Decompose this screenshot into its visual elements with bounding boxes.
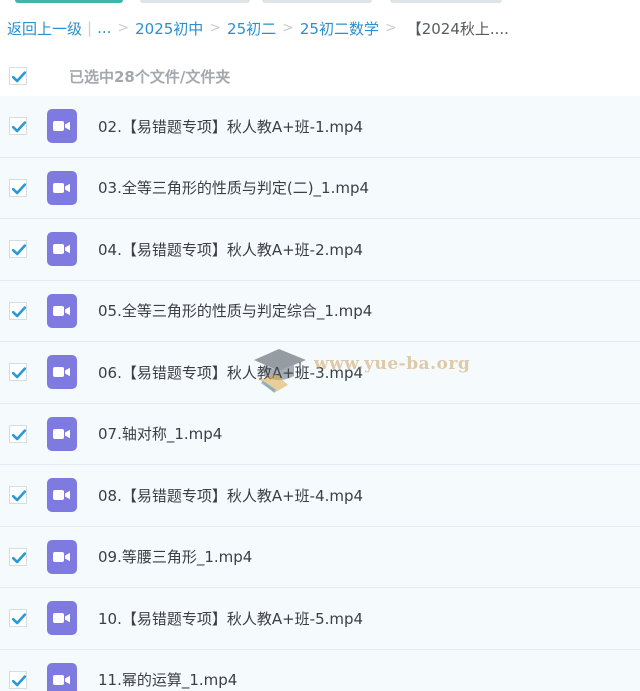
checkmark-icon bbox=[11, 121, 27, 133]
file-checkbox[interactable] bbox=[9, 670, 27, 689]
checkmark-icon bbox=[11, 429, 27, 441]
breadcrumb-item-grade8[interactable]: 25初二 bbox=[227, 18, 276, 39]
top-tab-indicator bbox=[262, 0, 372, 3]
file-manager-page: 返回上一级 | ... > 2025初中 > 25初二 > 25初二数学 > 【… bbox=[0, 0, 640, 691]
video-camera-icon bbox=[53, 674, 70, 685]
file-checkbox[interactable] bbox=[9, 609, 27, 628]
file-name[interactable]: 03.全等三角形的性质与判定(二)_1.mp4 bbox=[98, 177, 369, 198]
file-checkbox[interactable] bbox=[9, 424, 27, 443]
checkmark-icon bbox=[11, 675, 27, 687]
video-camera-icon bbox=[53, 428, 70, 439]
file-row[interactable]: 04.【易错题专项】秋人教A+班-2.mp4 bbox=[0, 219, 640, 281]
video-file-icon bbox=[47, 478, 77, 513]
file-row[interactable]: 11.幂的运算_1.mp4 bbox=[0, 649, 640, 691]
file-checkbox[interactable] bbox=[9, 178, 27, 197]
checkmark-icon bbox=[11, 244, 27, 256]
file-row[interactable]: 03.全等三角形的性质与判定(二)_1.mp4 bbox=[0, 157, 640, 219]
video-camera-icon bbox=[53, 490, 70, 501]
file-row[interactable]: 02.【易错题专项】秋人教A+班-1.mp4 bbox=[0, 96, 640, 158]
file-row[interactable]: 06.【易错题专项】秋人教A+班-3.mp4 bbox=[0, 342, 640, 404]
video-file-icon bbox=[47, 170, 77, 205]
top-tab-indicator bbox=[15, 0, 123, 3]
file-checkbox[interactable] bbox=[9, 363, 27, 382]
file-list: 02.【易错题专项】秋人教A+班-1.mp4 03.全等三角形的性质与判定(二)… bbox=[0, 96, 640, 691]
file-checkbox[interactable] bbox=[9, 486, 27, 505]
checkmark-icon bbox=[11, 71, 27, 83]
video-file-icon bbox=[47, 293, 77, 328]
file-checkbox[interactable] bbox=[9, 547, 27, 566]
checkmark-icon bbox=[11, 613, 27, 625]
video-camera-icon bbox=[53, 613, 70, 624]
selection-summary: 已选中28个文件/文件夹 bbox=[69, 67, 231, 86]
breadcrumb-item-grade8-math[interactable]: 25初二数学 bbox=[300, 18, 379, 39]
top-tab-indicator bbox=[140, 0, 250, 3]
file-name[interactable]: 09.等腰三角形_1.mp4 bbox=[98, 546, 252, 567]
checkmark-icon bbox=[11, 306, 27, 318]
video-camera-icon bbox=[53, 305, 70, 316]
chevron-right-icon: > bbox=[384, 20, 397, 36]
breadcrumb-item-2025-junior[interactable]: 2025初中 bbox=[135, 18, 203, 39]
file-name[interactable]: 08.【易错题专项】秋人教A+班-4.mp4 bbox=[98, 485, 363, 506]
file-row[interactable]: 05.全等三角形的性质与判定综合_1.mp4 bbox=[0, 280, 640, 342]
file-row[interactable]: 07.轴对称_1.mp4 bbox=[0, 403, 640, 465]
video-file-icon bbox=[47, 662, 77, 691]
file-row[interactable]: 10.【易错题专项】秋人教A+班-5.mp4 bbox=[0, 588, 640, 650]
file-row[interactable]: 08.【易错题专项】秋人教A+班-4.mp4 bbox=[0, 465, 640, 527]
file-row[interactable]: 09.等腰三角形_1.mp4 bbox=[0, 526, 640, 588]
video-file-icon bbox=[47, 539, 77, 574]
video-file-icon bbox=[47, 232, 77, 267]
file-checkbox[interactable] bbox=[9, 117, 27, 136]
checkmark-icon bbox=[11, 490, 27, 502]
video-file-icon bbox=[47, 355, 77, 390]
video-camera-icon bbox=[53, 121, 70, 132]
file-name[interactable]: 06.【易错题专项】秋人教A+班-3.mp4 bbox=[98, 362, 363, 383]
checkmark-icon bbox=[11, 183, 27, 195]
select-all-bar: 已选中28个文件/文件夹 bbox=[0, 56, 640, 96]
file-name[interactable]: 11.幂的运算_1.mp4 bbox=[98, 669, 237, 690]
video-file-icon bbox=[47, 601, 77, 636]
select-all-checkbox[interactable] bbox=[9, 67, 27, 85]
breadcrumb-divider: | bbox=[87, 19, 93, 37]
video-camera-icon bbox=[53, 244, 70, 255]
checkmark-icon bbox=[11, 367, 27, 379]
file-checkbox[interactable] bbox=[9, 301, 27, 320]
file-name[interactable]: 04.【易错题专项】秋人教A+班-2.mp4 bbox=[98, 239, 363, 260]
file-name[interactable]: 02.【易错题专项】秋人教A+班-1.mp4 bbox=[98, 116, 363, 137]
checkmark-icon bbox=[11, 552, 27, 564]
breadcrumb-ellipsis[interactable]: ... bbox=[97, 19, 111, 37]
breadcrumb: 返回上一级 | ... > 2025初中 > 25初二 > 25初二数学 > 【… bbox=[0, 0, 640, 56]
file-name[interactable]: 07.轴对称_1.mp4 bbox=[98, 423, 222, 444]
chevron-right-icon: > bbox=[117, 20, 130, 36]
file-name[interactable]: 05.全等三角形的性质与判定综合_1.mp4 bbox=[98, 300, 372, 321]
video-file-icon bbox=[47, 416, 77, 451]
chevron-right-icon: > bbox=[209, 20, 222, 36]
top-tab-indicator bbox=[390, 0, 502, 3]
video-camera-icon bbox=[53, 551, 70, 562]
video-file-icon bbox=[47, 109, 77, 144]
breadcrumb-current: 【2024秋上.... bbox=[406, 19, 509, 38]
video-camera-icon bbox=[53, 367, 70, 378]
video-camera-icon bbox=[53, 182, 70, 193]
chevron-right-icon: > bbox=[282, 20, 294, 36]
file-name[interactable]: 10.【易错题专项】秋人教A+班-5.mp4 bbox=[98, 608, 363, 629]
back-link[interactable]: 返回上一级 bbox=[7, 18, 82, 39]
file-checkbox[interactable] bbox=[9, 240, 27, 259]
top-tab-strip bbox=[0, 0, 640, 4]
